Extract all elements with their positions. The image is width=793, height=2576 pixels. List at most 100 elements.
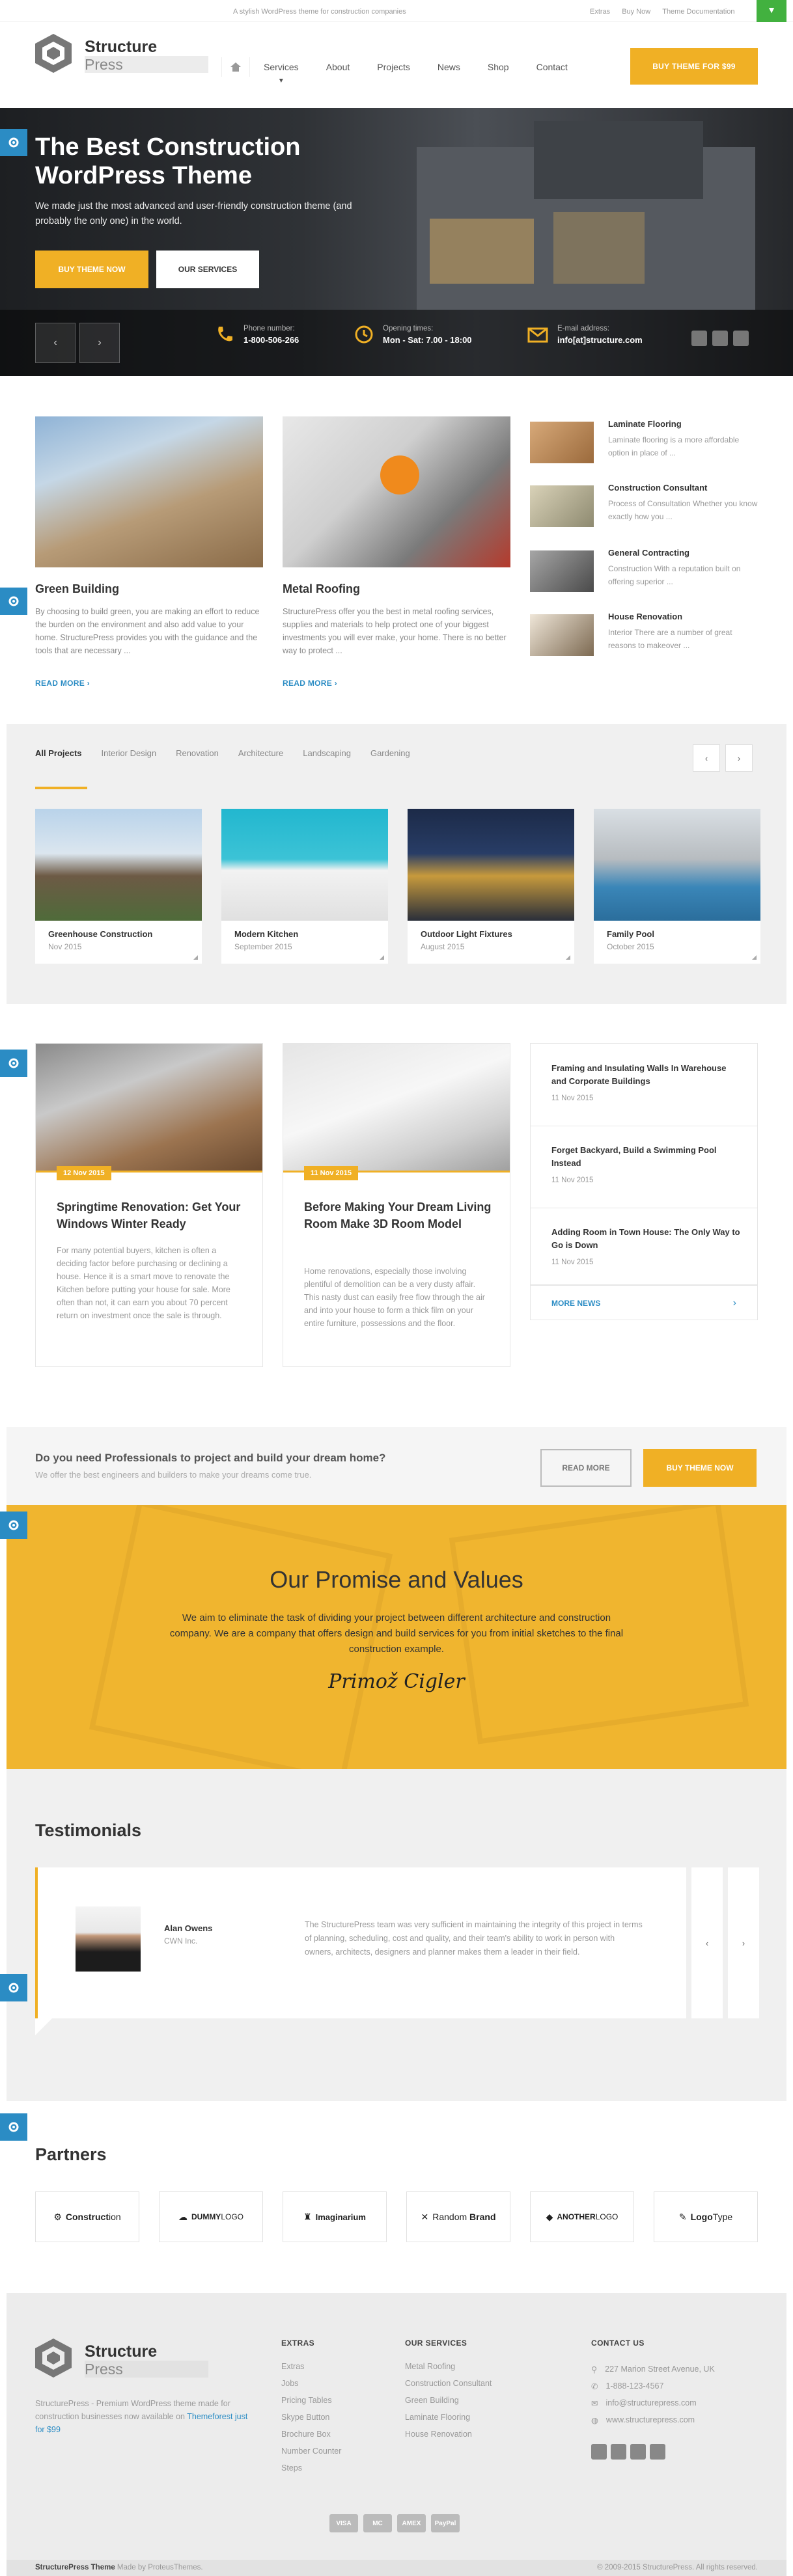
footer-link[interactable]: Jobs [281,2375,341,2392]
partner-logo[interactable]: ◆ ANOTHERLOGO [530,2191,634,2242]
hero-buy-button[interactable]: BUY THEME NOW [35,251,148,288]
hero-services-button[interactable]: OUR SERVICES [156,251,259,288]
testimonial-next-button[interactable]: › [728,1867,759,2018]
news-item[interactable]: Forget Backyard, Build a Swimming Pool I… [551,1144,740,1184]
slider-next-button[interactable]: › [79,323,120,363]
cta-subtitle: We offer the best engineers and builders… [35,1470,312,1480]
footer-link[interactable]: House Renovation [405,2426,492,2443]
tab-gardening[interactable]: Gardening [370,748,410,758]
hero-title: The Best Construction WordPress Theme [35,133,301,189]
nav-item-news[interactable]: News [424,62,474,72]
footer-contact-web[interactable]: ◍ www.structurepress.com [591,2411,715,2428]
partner-logo[interactable]: ♜ Imaginarium [283,2191,387,2242]
footer-link[interactable]: Green Building [405,2392,492,2409]
settings-gear-icon[interactable] [0,129,27,156]
corner-icon [193,955,198,960]
hero-window-lit [430,219,534,284]
hero-info-phone: Phone number: 1-800-506-266 [215,325,299,345]
youtube-icon[interactable] [630,2444,646,2460]
avatar [76,1906,141,1972]
footer-link[interactable]: Number Counter [281,2443,341,2460]
topbar-chevron-down-icon[interactable]: ▼ [757,0,786,22]
post-title[interactable]: Springtime Renovation: Get Your Windows … [57,1199,245,1232]
top-link-extras[interactable]: Extras [590,8,610,16]
settings-gear-icon[interactable] [0,2113,27,2141]
mail-icon [527,327,548,343]
footer-contact-email[interactable]: ✉ info@structurepress.com [591,2394,715,2411]
service-thumb [530,422,594,463]
news-date: 11 Nov 2015 [551,1258,594,1266]
partner-logo[interactable]: ✎ LogoType [654,2191,758,2242]
nav-item-contact[interactable]: Contact [523,62,581,72]
nav-item-shop[interactable]: Shop [474,62,523,72]
settings-gear-icon[interactable] [0,1974,27,2001]
nav-item-services[interactable]: Services [250,62,313,72]
service-list-item[interactable]: House Renovation Interior There are a nu… [530,612,758,666]
partner-logo[interactable]: ✕ Random Brand [406,2191,510,2242]
slider-prev-button[interactable]: ‹ [35,323,76,363]
footer-link[interactable]: Skype Button [281,2409,341,2426]
testimonial-prev-button[interactable]: ‹ [691,1867,723,2018]
blog-post-card[interactable]: 11 Nov 2015 Before Making Your Dream Liv… [283,1043,510,1367]
facebook-icon[interactable] [591,2444,607,2460]
facebook-icon[interactable] [691,331,707,346]
cta-read-more-button[interactable]: READ MORE [540,1449,632,1487]
footer-link[interactable]: Pricing Tables [281,2392,341,2409]
more-news-button[interactable]: MORE NEWS › [530,1285,758,1320]
read-more-link[interactable]: READ MORE › [283,679,337,688]
more-news-label: MORE NEWS [551,1299,601,1308]
top-link-documentation[interactable]: Theme Documentation [662,8,734,16]
twitter-icon[interactable] [712,331,728,346]
cta-buy-button[interactable]: BUY THEME NOW [643,1449,757,1487]
nav-home-icon[interactable] [221,57,250,77]
news-item[interactable]: Framing and Insulating Walls In Warehous… [551,1062,740,1102]
project-card[interactable]: Family Pool October 2015 [594,809,760,964]
projects-prev-button[interactable]: ‹ [693,744,720,772]
tab-renovation[interactable]: Renovation [176,748,219,758]
nav-item-about[interactable]: About [313,62,364,72]
tab-all-projects[interactable]: All Projects [35,748,82,758]
service-image-green-building[interactable] [35,416,263,567]
service-list-item[interactable]: Construction Consultant Process of Consu… [530,483,758,537]
service-title[interactable]: Green Building [35,582,119,596]
top-link-buy-now[interactable]: Buy Now [622,8,650,16]
footer-link[interactable]: Brochure Box [281,2426,341,2443]
service-title[interactable]: Metal Roofing [283,582,360,596]
footer-link[interactable]: Steps [281,2460,341,2476]
tab-interior-design[interactable]: Interior Design [102,748,157,758]
footer-link[interactable]: Extras [281,2358,341,2375]
project-card[interactable]: Modern Kitchen September 2015 [221,809,388,964]
projects-next-button[interactable]: › [725,744,753,772]
tab-landscaping[interactable]: Landscaping [303,748,351,758]
amex-icon: AMEX [397,2514,426,2532]
project-card[interactable]: Greenhouse Construction Nov 2015 [35,809,202,964]
nav-item-projects[interactable]: Projects [363,62,424,72]
settings-gear-icon[interactable] [0,1512,27,1539]
youtube-icon[interactable] [733,331,749,346]
buy-theme-button[interactable]: BUY THEME FOR $99 [630,48,758,85]
twitter-icon[interactable] [611,2444,626,2460]
footer-link[interactable]: Metal Roofing [405,2358,492,2375]
news-item[interactable]: Adding Room in Town House: The Only Way … [551,1226,740,1266]
project-image [35,809,202,921]
post-title[interactable]: Before Making Your Dream Living Room Mak… [304,1199,493,1232]
partner-logo[interactable]: ☁ DUMMYLOGO [159,2191,263,2242]
footer-link[interactable]: Construction Consultant [405,2375,492,2392]
settings-gear-icon[interactable] [0,588,27,615]
service-list-item[interactable]: Laminate Flooring Laminate flooring is a… [530,419,758,474]
service-list-item[interactable]: General Contracting Construction With a … [530,548,758,603]
blog-post-card[interactable]: 12 Nov 2015 Springtime Renovation: Get Y… [35,1043,263,1367]
service-image-metal-roofing[interactable] [283,416,510,567]
service-list-title: General Contracting [608,548,689,558]
read-more-link[interactable]: READ MORE › [35,679,90,688]
partner-logo[interactable]: ⚙ Construction [35,2191,139,2242]
testimonial-company: CWN Inc. [164,1936,198,1946]
instagram-icon[interactable] [650,2444,665,2460]
service-list-text: Interior There are a number of great rea… [608,628,732,650]
tab-architecture[interactable]: Architecture [238,748,283,758]
service-list-text: Process of Consultation Whether you know… [608,499,758,521]
project-card[interactable]: Outdoor Light Fixtures August 2015 [408,809,574,964]
service-list-title: Construction Consultant [608,483,708,493]
footer-link[interactable]: Laminate Flooring [405,2409,492,2426]
settings-gear-icon[interactable] [0,1050,27,1077]
